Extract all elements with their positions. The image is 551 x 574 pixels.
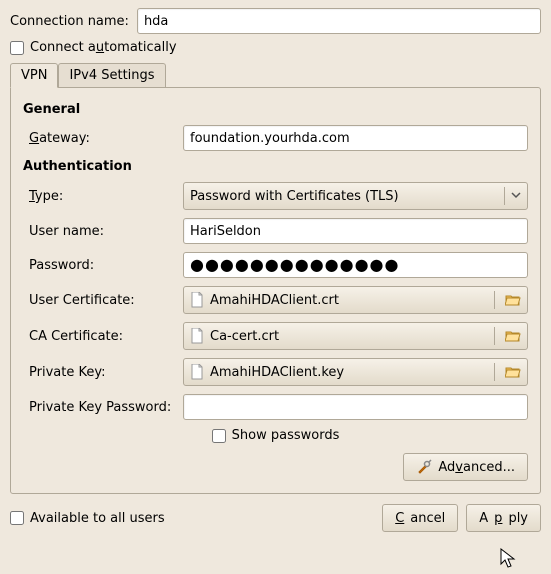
password-input[interactable]: ●●●●●●●●●●●●●●: [183, 252, 528, 278]
connection-name-input[interactable]: [137, 8, 541, 34]
general-section-title: General: [23, 102, 528, 117]
user-certificate-label: User Certificate:: [23, 293, 183, 308]
vpn-panel: General Gateway: Authentication Type: Pa…: [10, 87, 541, 494]
document-icon: [190, 328, 204, 344]
user-certificate-chooser[interactable]: AmahiHDAClient.crt: [183, 286, 528, 314]
username-label: User name:: [23, 224, 183, 239]
type-label: Type:: [23, 189, 183, 204]
document-icon: [190, 292, 204, 308]
folder-open-icon: [505, 365, 521, 379]
private-key-label: Private Key:: [23, 365, 183, 380]
gateway-input[interactable]: [183, 125, 528, 151]
password-label: Password:: [23, 258, 183, 273]
connect-automatically-label: Connect automatically: [30, 40, 177, 55]
tab-vpn[interactable]: VPN: [10, 63, 58, 88]
document-icon: [190, 364, 204, 380]
apply-button[interactable]: Apply: [466, 504, 541, 532]
folder-open-icon: [505, 329, 521, 343]
gateway-label: Gateway:: [23, 131, 183, 146]
ca-certificate-chooser[interactable]: Ca-cert.crt: [183, 322, 528, 350]
tools-icon: [416, 459, 432, 475]
authentication-section-title: Authentication: [23, 159, 528, 174]
advanced-button[interactable]: Advanced...: [403, 453, 528, 481]
available-to-all-checkbox[interactable]: [10, 511, 24, 525]
available-to-all-label: Available to all users: [30, 511, 165, 526]
ca-certificate-label: CA Certificate:: [23, 329, 183, 344]
folder-open-icon: [505, 293, 521, 307]
show-passwords-label: Show passwords: [232, 428, 340, 443]
type-select[interactable]: Password with Certificates (TLS): [183, 182, 528, 210]
private-key-password-input[interactable]: [183, 394, 528, 420]
tab-ipv4-settings[interactable]: IPv4 Settings: [58, 63, 165, 87]
private-key-chooser[interactable]: AmahiHDAClient.key: [183, 358, 528, 386]
show-passwords-checkbox[interactable]: [212, 429, 226, 443]
private-key-password-label: Private Key Password:: [23, 400, 183, 415]
connection-name-label: Connection name:: [10, 14, 129, 29]
mouse-cursor-icon: [500, 548, 518, 574]
username-input[interactable]: [183, 218, 528, 244]
connect-automatically-checkbox[interactable]: [10, 41, 24, 55]
cancel-button[interactable]: Cancel: [382, 504, 458, 532]
chevron-down-icon: [511, 190, 521, 203]
